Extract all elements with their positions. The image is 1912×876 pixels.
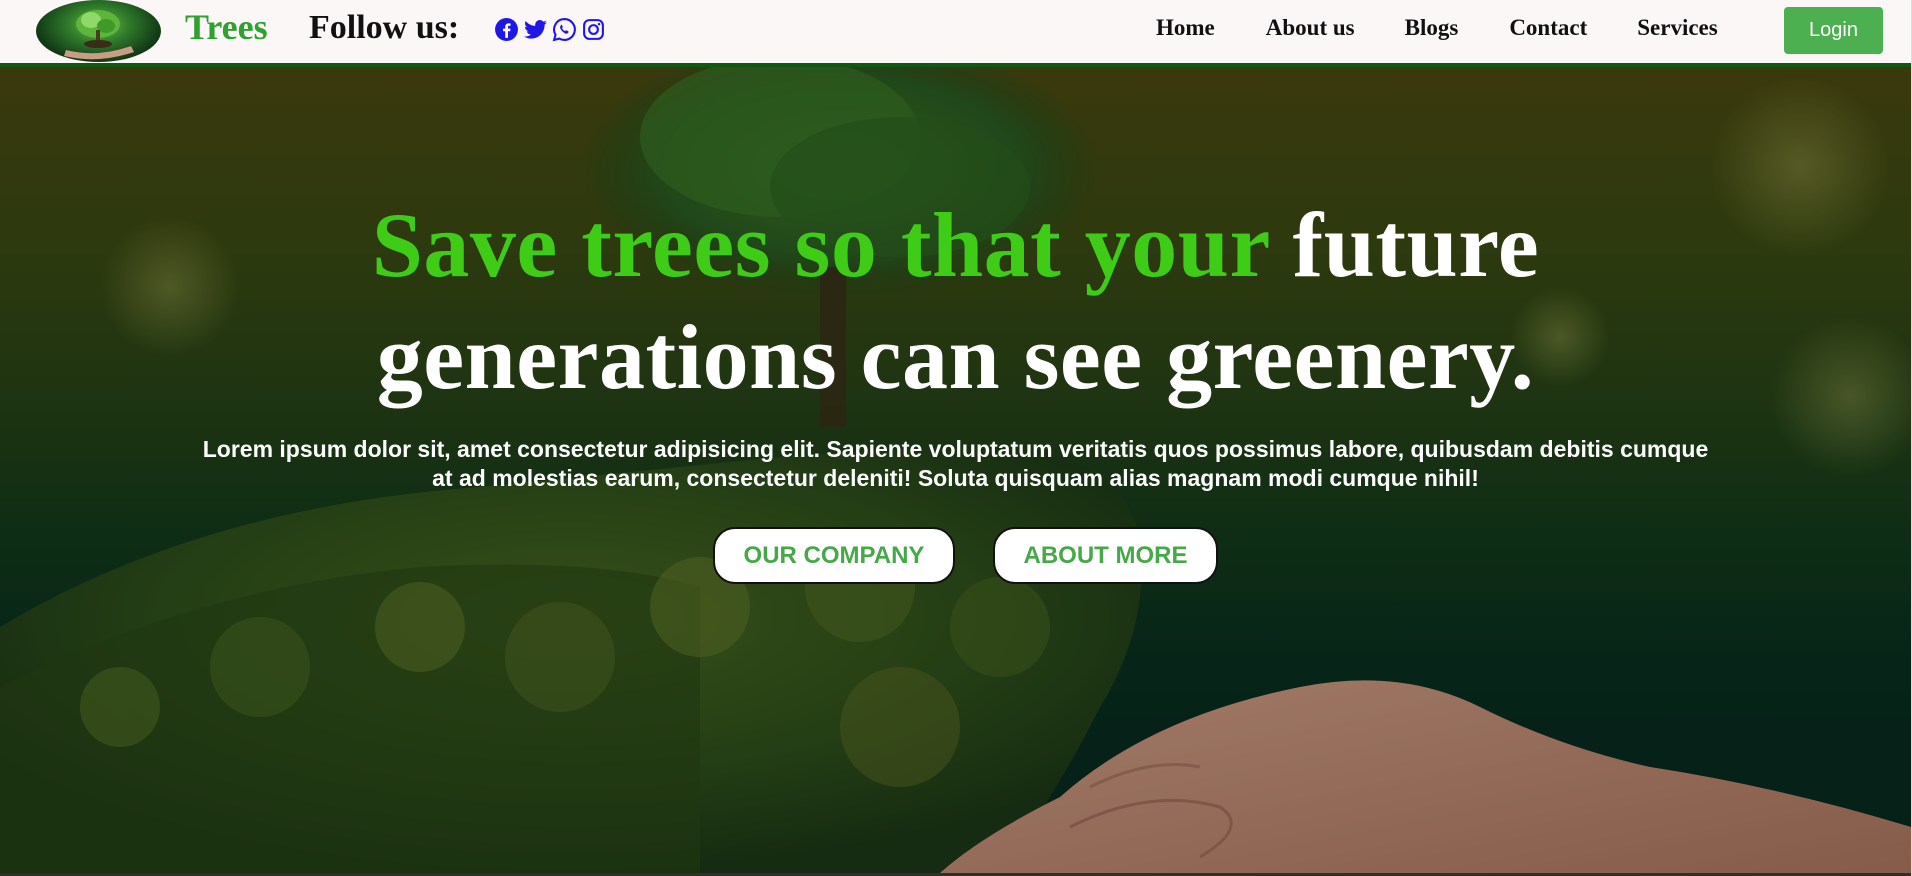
social-links <box>494 17 606 42</box>
brand-name[interactable]: Trees <box>185 6 268 48</box>
instagram-icon[interactable] <box>581 17 606 42</box>
facebook-icon[interactable] <box>494 17 519 42</box>
main-nav: Home About us Blogs Contact Services <box>1156 15 1718 41</box>
nav-services[interactable]: Services <box>1637 15 1717 41</box>
nav-home[interactable]: Home <box>1156 15 1215 41</box>
headline-white-part-1: future <box>1269 194 1540 296</box>
hero-description: Lorem ipsum dolor sit, amet consectetur … <box>202 436 1709 491</box>
headline-green-part: Save trees so that your <box>371 194 1270 296</box>
login-button[interactable]: Login <box>1784 7 1883 54</box>
twitter-icon[interactable] <box>523 17 548 42</box>
headline-white-part-2: generations can see greenery. <box>376 306 1535 408</box>
tree-in-hand-icon <box>64 10 134 60</box>
navbar: Trees Follow us: Home About us Blogs Con… <box>0 0 1912 67</box>
follow-us-label: Follow us: <box>309 9 460 46</box>
hero-headline: Save trees so that your future generatio… <box>0 189 1911 413</box>
logo[interactable] <box>36 0 161 62</box>
about-more-button[interactable]: ABOUT MORE <box>993 527 1218 584</box>
whatsapp-icon[interactable] <box>552 17 577 42</box>
our-company-button[interactable]: OUR COMPANY <box>713 527 955 584</box>
nav-about-us[interactable]: About us <box>1266 15 1355 41</box>
nav-blogs[interactable]: Blogs <box>1405 15 1459 41</box>
hero-section: Save trees so that your future generatio… <box>0 67 1911 873</box>
page: Trees Follow us: Home About us Blogs Con… <box>0 0 1912 876</box>
nav-contact[interactable]: Contact <box>1509 15 1587 41</box>
